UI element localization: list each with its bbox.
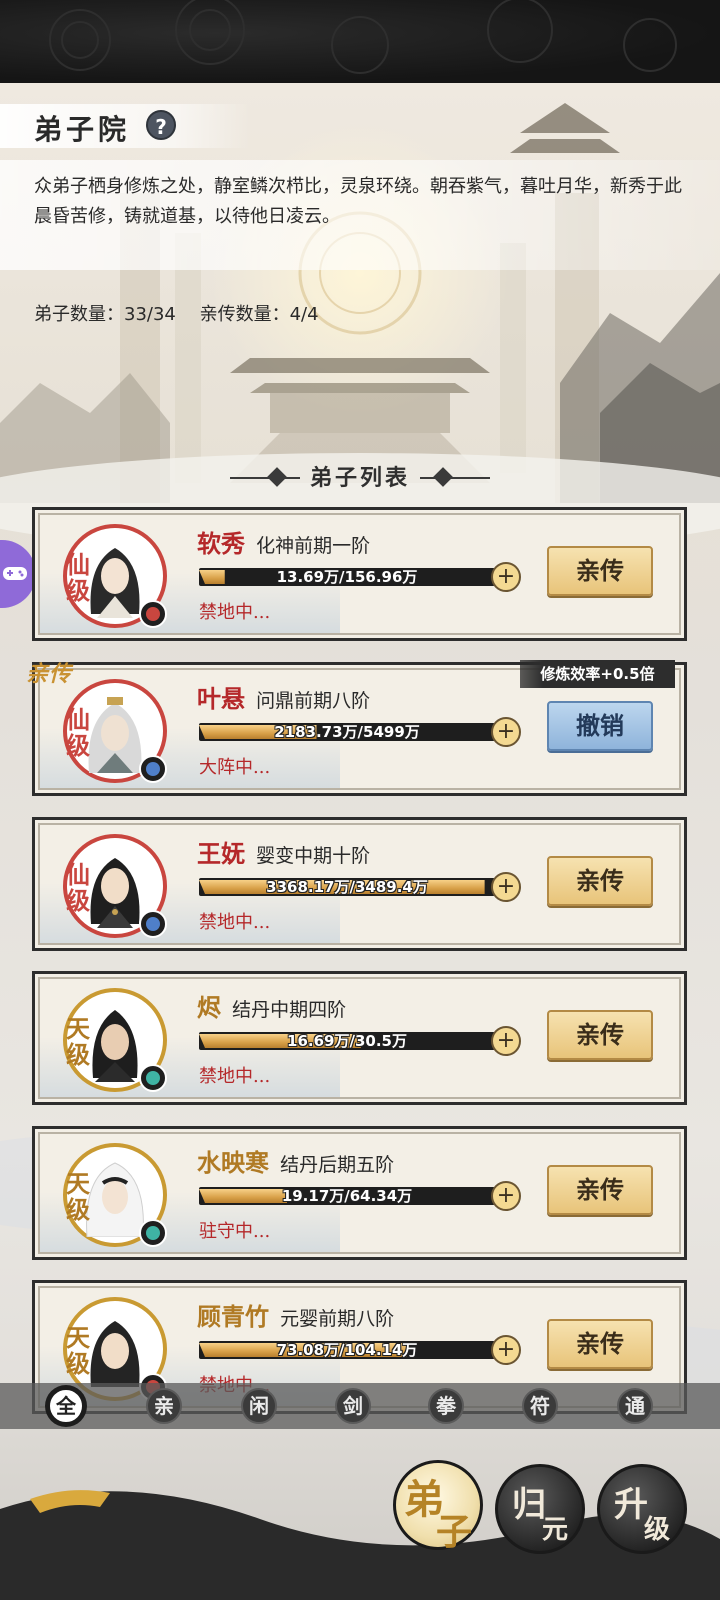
element-icon bbox=[139, 755, 167, 783]
disciple-card[interactable]: 天级 烬 结丹中期四阶 16.69万/30.5万 + 禁地中... 亲传 bbox=[32, 971, 687, 1105]
progress-text: 19.17万/64.34万 bbox=[281, 1187, 413, 1205]
cultivation-bonus-badge: 修炼效率+0.5倍 bbox=[520, 660, 675, 688]
revoke-button[interactable]: 撤销 bbox=[547, 701, 653, 751]
nav-return-button[interactable]: 归 元 bbox=[495, 1464, 585, 1554]
filter-fist[interactable]: 拳 bbox=[428, 1388, 464, 1424]
filter-talisman[interactable]: 符 bbox=[522, 1388, 558, 1424]
plus-button[interactable]: + bbox=[491, 1026, 521, 1056]
progress-text: 3368.17万/3489.4万 bbox=[266, 878, 428, 896]
element-icon bbox=[139, 910, 167, 938]
plus-button[interactable]: + bbox=[491, 1335, 521, 1365]
disciple-realm: 元婴前期八阶 bbox=[280, 1308, 395, 1330]
disciple-realm: 化神前期一阶 bbox=[256, 535, 371, 557]
grade-label: 天级 bbox=[66, 1014, 90, 1069]
count-summary: 弟子数量：33/34 亲传数量：4/4 bbox=[34, 300, 337, 326]
disciple-status: 驻守中... bbox=[199, 1221, 271, 1242]
disciple-realm: 结丹后期五阶 bbox=[280, 1154, 395, 1176]
grade-label: 仙级 bbox=[66, 705, 90, 760]
inner-disciple-tag: 亲传 bbox=[26, 661, 73, 687]
divider-right bbox=[420, 477, 490, 479]
cloud-pattern bbox=[49, 0, 677, 74]
disciple-realm: 结丹中期四阶 bbox=[232, 999, 347, 1021]
filter-general[interactable]: 通 bbox=[617, 1388, 653, 1424]
plus-button[interactable]: + bbox=[491, 872, 521, 902]
grade-label: 天级 bbox=[66, 1169, 90, 1224]
disciple-card[interactable]: 仙级 软秀 化神前期一阶 13.69万/156.96万 + 禁地中... 亲传 bbox=[32, 507, 687, 641]
cultivation-progress-bar: 13.69万/156.96万 bbox=[199, 568, 495, 586]
disciple-card[interactable]: 仙级 王妩 婴变中期十阶 3368.17万/3489.4万 + 禁地中... 亲… bbox=[32, 817, 687, 951]
disciple-name: 软秀 bbox=[197, 529, 245, 558]
inner-disciple-button[interactable]: 亲传 bbox=[547, 856, 653, 906]
list-header: 弟子列表 bbox=[230, 458, 490, 498]
disciple-name: 水映寒 bbox=[197, 1148, 269, 1177]
divider-left bbox=[230, 477, 300, 479]
progress-text: 16.69万/30.5万 bbox=[287, 1032, 407, 1050]
filter-inner[interactable]: 亲 bbox=[146, 1388, 182, 1424]
help-button[interactable]: ? bbox=[146, 110, 176, 140]
cultivation-progress-bar: 3368.17万/3489.4万 bbox=[199, 878, 495, 896]
top-banner bbox=[0, 0, 720, 83]
cultivation-progress-bar: 73.08万/104.14万 bbox=[199, 1341, 495, 1359]
plus-button[interactable]: + bbox=[491, 1181, 521, 1211]
list-title: 弟子列表 bbox=[309, 465, 410, 491]
intro-text: 众弟子栖身修炼之处，静室鳞次栉比，灵泉环绕。朝吞紫气，暮吐月华，新秀于此晨昏苦修… bbox=[34, 176, 682, 227]
progress-text: 73.08万/104.14万 bbox=[276, 1341, 418, 1359]
diamond-left-icon bbox=[267, 467, 287, 487]
disciple-status: 禁地中... bbox=[199, 1066, 271, 1087]
disciple-status: 禁地中... bbox=[199, 912, 271, 933]
plus-button[interactable]: + bbox=[491, 717, 521, 747]
disciple-card[interactable]: 天级 水映寒 结丹后期五阶 19.17万/64.34万 + 驻守中... 亲传 bbox=[32, 1126, 687, 1260]
page-title: 弟子院 bbox=[34, 113, 131, 146]
inner-disciple-button[interactable]: 亲传 bbox=[547, 1165, 653, 1215]
inner-disciple-button[interactable]: 亲传 bbox=[547, 1010, 653, 1060]
filter-idle[interactable]: 闲 bbox=[241, 1388, 277, 1424]
cultivation-progress-bar: 19.17万/64.34万 bbox=[199, 1187, 495, 1205]
progress-text: 2183.73万/5499万 bbox=[274, 723, 420, 741]
filter-all[interactable]: 全 bbox=[48, 1388, 84, 1424]
disciple-name: 叶悬 bbox=[197, 684, 245, 713]
grade-label: 仙级 bbox=[66, 860, 90, 915]
inner-disciple-button[interactable]: 亲传 bbox=[547, 546, 653, 596]
cultivation-progress-bar: 16.69万/30.5万 bbox=[199, 1032, 495, 1050]
inner-disciple-count: 亲传数量：4/4 bbox=[199, 304, 319, 325]
disciple-status: 禁地中... bbox=[199, 602, 271, 623]
gamepad-icon bbox=[3, 567, 27, 580]
disciple-name: 王妩 bbox=[197, 839, 245, 868]
disciple-count: 弟子数量：33/34 bbox=[34, 304, 176, 325]
grade-label: 仙级 bbox=[66, 550, 90, 605]
disciple-name: 烬 bbox=[197, 993, 221, 1022]
element-icon bbox=[139, 1219, 167, 1247]
disciple-status: 大阵中... bbox=[199, 757, 271, 778]
nav-disciples-button[interactable]: 弟 子 bbox=[393, 1460, 483, 1553]
progress-text: 13.69万/156.96万 bbox=[276, 568, 418, 586]
disciple-name: 顾青竹 bbox=[197, 1302, 269, 1331]
grade-label: 天级 bbox=[66, 1323, 90, 1378]
nav-upgrade-button[interactable]: 升 级 bbox=[597, 1464, 687, 1554]
filter-sword[interactable]: 剑 bbox=[335, 1388, 371, 1424]
disciple-realm: 婴变中期十阶 bbox=[256, 845, 371, 867]
cultivation-progress-bar: 2183.73万/5499万 bbox=[199, 723, 495, 741]
inner-disciple-button[interactable]: 亲传 bbox=[547, 1319, 653, 1369]
disciple-realm: 问鼎前期八阶 bbox=[256, 690, 371, 712]
element-icon bbox=[139, 600, 167, 628]
plus-button[interactable]: + bbox=[491, 562, 521, 592]
element-icon bbox=[139, 1064, 167, 1092]
